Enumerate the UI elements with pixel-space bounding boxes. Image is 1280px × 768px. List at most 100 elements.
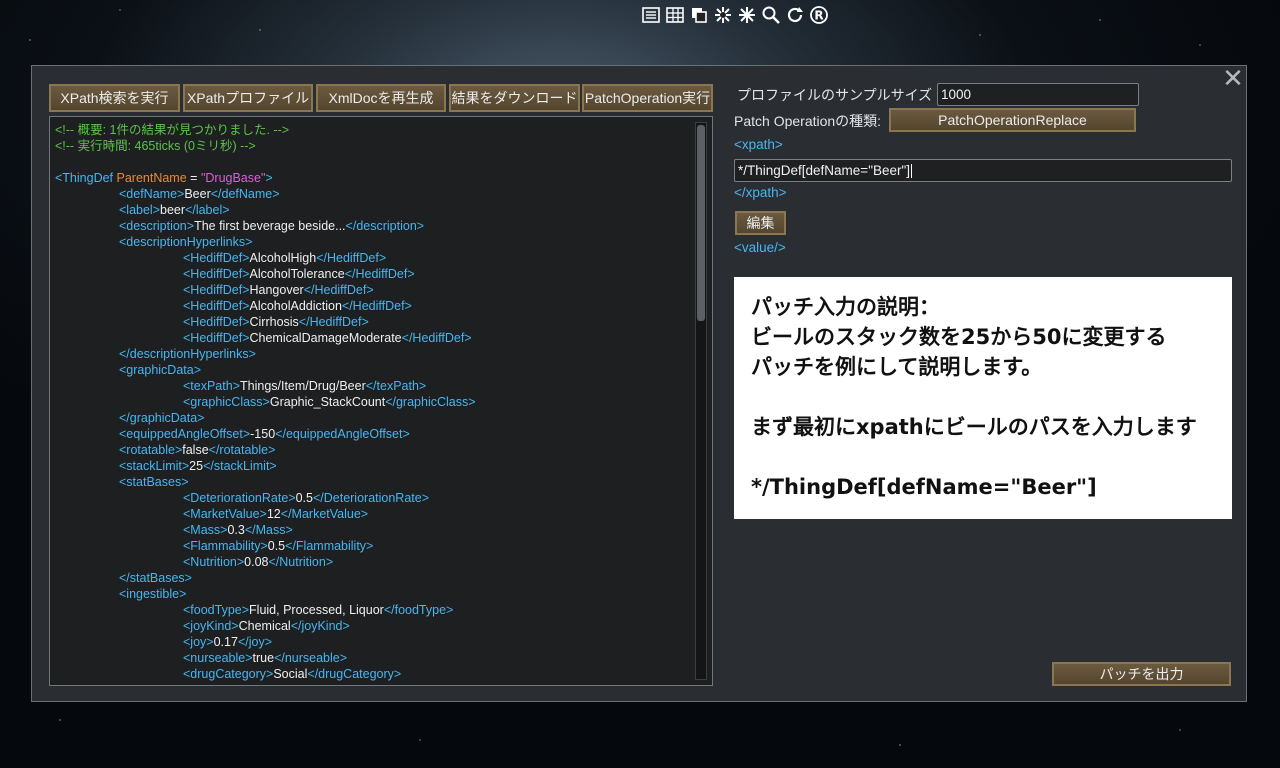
code-line: <rotatable>false</rotatable>	[55, 442, 690, 458]
note-line: まず最初にxpathにビールのパスを入力します	[751, 415, 1197, 439]
code-line: <HediffDef>AlcoholAddiction</HediffDef>	[55, 298, 690, 314]
code-line: <HediffDef>AlcoholHigh</HediffDef>	[55, 250, 690, 266]
code-token: Graphic_StackCount	[269, 395, 386, 409]
sample-size-label: プロファイルのサンプルサイズ	[737, 87, 933, 103]
code-token: </joyKind>	[290, 619, 350, 633]
code-token: <Nutrition>	[183, 555, 245, 569]
r-badge-icon[interactable]: R	[808, 4, 829, 25]
code-token: </DeteriorationRate>	[312, 491, 430, 505]
code-token: Chemical	[238, 619, 291, 633]
refresh-icon[interactable]	[784, 4, 805, 25]
code-token: </Nutrition>	[268, 555, 334, 569]
code-token: Cirrhosis	[249, 315, 299, 329]
xpath-input-text: */ThingDef[defName="Beer"]	[738, 163, 911, 178]
code-line: <ThingDef ParentName = "DrugBase">	[55, 170, 690, 186]
code-token: </HediffDef>	[341, 299, 412, 313]
code-scrollbar-thumb[interactable]	[697, 125, 705, 321]
code-token: AlcoholTolerance	[249, 267, 345, 281]
code-line: <joyKind>Chemical</joyKind>	[55, 618, 690, 634]
code-token: <!-- 概要: 1件の結果が見つかりました. -->	[55, 123, 290, 137]
text-caret	[911, 164, 913, 179]
xpath-search-button[interactable]: XPath検索を実行	[49, 84, 180, 112]
export-patch-button[interactable]: パッチを出力	[1052, 662, 1231, 686]
patch-operation-run-button[interactable]: PatchOperation実行	[582, 84, 713, 112]
regenerate-xmldoc-label: XmlDocを再生成	[328, 90, 434, 106]
code-line: </descriptionHyperlinks>	[55, 346, 690, 362]
code-token: <label>	[119, 203, 161, 217]
code-token: >	[265, 171, 273, 185]
code-token: <HediffDef>	[183, 299, 250, 313]
code-token: ChemicalDamageModerate	[249, 331, 402, 345]
xpath-profile-label: XPathプロファイル	[186, 90, 310, 106]
burst-alt-icon[interactable]	[736, 4, 757, 25]
xpath-profile-button[interactable]: XPathプロファイル	[183, 84, 313, 112]
code-token: <DeteriorationRate>	[183, 491, 296, 505]
code-token: true	[252, 651, 275, 665]
code-line: <!-- 概要: 1件の結果が見つかりました. -->	[55, 122, 690, 138]
code-token: </rotatable>	[208, 443, 276, 457]
download-results-label: 結果をダウンロード	[451, 90, 578, 106]
code-token: </HediffDef>	[344, 267, 415, 281]
code-scrollbar[interactable]	[695, 122, 707, 680]
patch-operation-type-label: Patch Operationの種類:	[734, 113, 882, 129]
code-line: </statBases>	[55, 570, 690, 586]
code-token: <graphicClass>	[183, 395, 270, 409]
magnifier-icon[interactable]	[760, 4, 781, 25]
code-token: <equippedAngleOffset>	[119, 427, 251, 441]
code-line: <ingestible>	[55, 586, 690, 602]
code-line: <graphicClass>Graphic_StackCount</graphi…	[55, 394, 690, 410]
code-token: </graphicClass>	[385, 395, 476, 409]
code-token: <rotatable>	[119, 443, 183, 457]
note-line	[751, 382, 1216, 412]
code-token: "DrugBase"	[200, 171, 266, 185]
burst-icon[interactable]	[712, 4, 733, 25]
code-line: <stackLimit>25</stackLimit>	[55, 458, 690, 474]
code-token: <defName>	[119, 187, 185, 201]
code-token: ParentName	[116, 171, 187, 185]
code-token: </stackLimit>	[203, 459, 277, 473]
code-token: 0.17	[213, 635, 238, 649]
code-line: <HediffDef>AlcoholTolerance</HediffDef>	[55, 266, 690, 282]
code-token: <drugCategory>	[183, 667, 274, 681]
note-line: パッチ入力の説明：	[751, 295, 940, 319]
code-token: <Flammability>	[183, 539, 268, 553]
xml-result-viewer[interactable]: <!-- 概要: 1件の結果が見つかりました. --> <!-- 実行時間: 46…	[49, 116, 713, 686]
code-line: <DeteriorationRate>0.5</DeteriorationRat…	[55, 490, 690, 506]
code-line: <defName>Beer</defName>	[55, 186, 690, 202]
code-line: <drugCategory>Social</drugCategory>	[55, 666, 690, 682]
xpath-input[interactable]: */ThingDef[defName="Beer"]	[734, 159, 1232, 182]
sample-size-input[interactable]: 1000	[937, 83, 1139, 106]
code-token: </HediffDef>	[316, 251, 387, 265]
code-token: </Flammability>	[285, 539, 374, 553]
code-token: <Mass>	[183, 523, 228, 537]
code-token: 0.08	[244, 555, 269, 569]
top-toolbar: R	[640, 4, 829, 26]
code-line: <HediffDef>Cirrhosis</HediffDef>	[55, 314, 690, 330]
code-line: <Mass>0.3</Mass>	[55, 522, 690, 538]
code-token: <descriptionHyperlinks>	[119, 235, 253, 249]
code-line: <Flammability>0.5</Flammability>	[55, 538, 690, 554]
regenerate-xmldoc-button[interactable]: XmlDocを再生成	[316, 84, 446, 112]
edit-button[interactable]: 編集	[735, 211, 786, 235]
code-token: <nurseable>	[183, 651, 253, 665]
close-icon[interactable]: ✕	[1222, 66, 1244, 92]
download-results-button[interactable]: 結果をダウンロード	[449, 84, 580, 112]
code-token: 0.3	[227, 523, 245, 537]
code-token: <joy>	[183, 635, 214, 649]
code-token: <graphicData>	[119, 363, 202, 377]
patch-operation-type-select[interactable]: PatchOperationReplace	[889, 108, 1136, 132]
patch-operation-run-label: PatchOperation実行	[584, 90, 711, 106]
code-token: <!-- 実行時間: 465ticks (0ミリ秒) -->	[55, 139, 256, 153]
code-token: <HediffDef>	[183, 267, 250, 281]
code-line: <MarketValue>12</MarketValue>	[55, 506, 690, 522]
list-icon[interactable]	[640, 4, 661, 25]
code-token: =	[186, 171, 201, 185]
code-line: <HediffDef>Hangover</HediffDef>	[55, 282, 690, 298]
code-token: <statBases>	[119, 475, 189, 489]
code-token: </descriptionHyperlinks>	[119, 347, 256, 361]
xpath-open-tag: <xpath>	[734, 137, 783, 152]
code-token: </joy>	[237, 635, 272, 649]
layers-icon[interactable]	[688, 4, 709, 25]
code-token: </label>	[185, 203, 230, 217]
table-icon[interactable]	[664, 4, 685, 25]
